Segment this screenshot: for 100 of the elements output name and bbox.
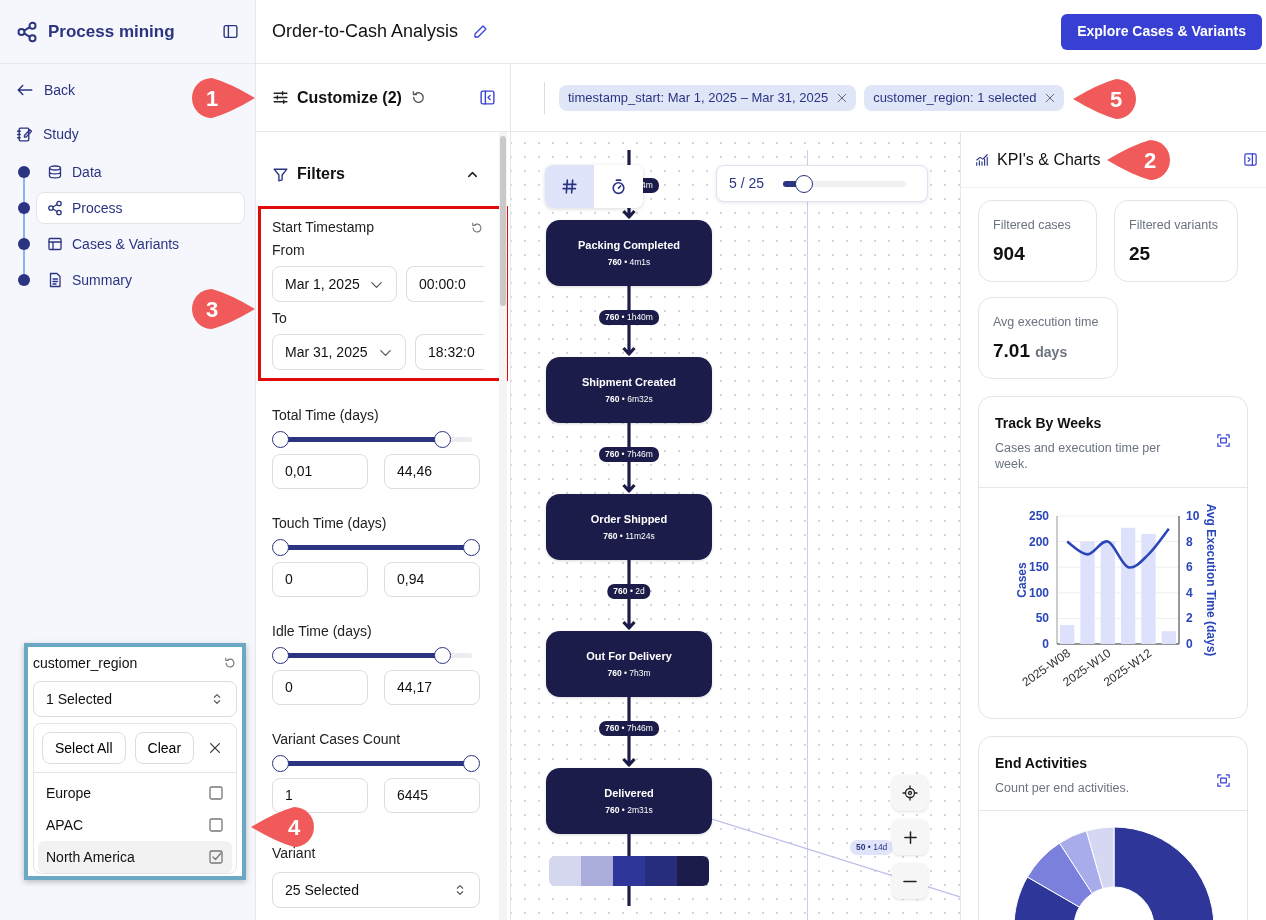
axis-title: Cases bbox=[1015, 561, 1029, 598]
hash-icon bbox=[561, 178, 578, 195]
node-title: Order Shipped bbox=[590, 511, 668, 527]
number-field[interactable]: 44,46 bbox=[384, 454, 480, 489]
expand-icon[interactable] bbox=[1216, 433, 1231, 448]
bar-chart-icon bbox=[975, 152, 989, 167]
field-label: customer_region bbox=[33, 653, 138, 673]
axis-tick-label: 0 bbox=[1186, 636, 1193, 651]
axis-tick-label: 10 bbox=[1186, 508, 1200, 523]
explore-button[interactable]: Explore Cases & Variants bbox=[1061, 13, 1262, 50]
kpi-value: 25 bbox=[1129, 242, 1151, 264]
field-label: Variant Cases Count bbox=[272, 730, 402, 749]
axis-tick-label: 2 bbox=[1186, 610, 1193, 625]
document-icon bbox=[47, 272, 63, 288]
node-title: Delivered bbox=[604, 785, 654, 801]
step-dot bbox=[18, 166, 30, 178]
callout-marker: 5 bbox=[1072, 78, 1138, 120]
axis-tick-label: 150 bbox=[1028, 559, 1049, 574]
number-field[interactable]: 44,17 bbox=[384, 670, 480, 705]
kpi-unit: days bbox=[1035, 343, 1068, 360]
option-item[interactable]: APAC bbox=[38, 809, 232, 841]
activity-node[interactable]: Out For Delivery 760 • 7h3m bbox=[546, 631, 712, 697]
activity-node[interactable]: Order Shipped 760 • 11m24s bbox=[546, 494, 712, 560]
range-slider[interactable] bbox=[272, 539, 480, 556]
option-item[interactable]: Europe bbox=[38, 777, 232, 809]
action-button[interactable]: Select All bbox=[42, 732, 126, 764]
axis-title: Avg Execution Time (days) bbox=[1204, 503, 1218, 656]
callout-marker: 4 bbox=[250, 806, 316, 848]
reset-icon[interactable] bbox=[223, 656, 237, 670]
filter-chip[interactable]: timestamp_start: Mar 1, 2025 – Mar 31, 2025 bbox=[559, 84, 857, 111]
variant-color-strip[interactable] bbox=[549, 856, 709, 886]
bar bbox=[1060, 624, 1075, 644]
back-link[interactable]: Back bbox=[0, 72, 92, 108]
table-icon bbox=[47, 236, 63, 252]
recenter-button[interactable] bbox=[892, 775, 928, 811]
sliders-icon bbox=[272, 89, 289, 106]
option-item[interactable]: North America bbox=[38, 841, 232, 873]
collapse-panel-icon[interactable] bbox=[479, 89, 496, 106]
page-title: Order-to-Cash Analysis bbox=[272, 20, 459, 43]
close-icon[interactable] bbox=[208, 741, 222, 755]
axis-tick-label: 8 bbox=[1186, 534, 1193, 549]
nav-item[interactable]: Cases & Variants bbox=[36, 228, 245, 260]
step-dot bbox=[18, 238, 30, 250]
axis-tick-label: 200 bbox=[1028, 534, 1049, 549]
scrollbar-thumb[interactable] bbox=[500, 136, 506, 306]
axis-tick-label: 0 bbox=[1042, 636, 1049, 651]
time-field[interactable]: 18:32:0 bbox=[415, 334, 484, 370]
expand-icon[interactable] bbox=[1216, 772, 1231, 788]
pencil-icon[interactable] bbox=[472, 23, 489, 40]
number-field[interactable]: 0 bbox=[272, 670, 368, 705]
panel-title: KPI's & Charts bbox=[997, 149, 1101, 170]
activity-node[interactable]: Delivered 760 • 2m31s bbox=[546, 768, 712, 834]
checkbox-icon bbox=[208, 817, 224, 833]
field-label: Total Time (days) bbox=[272, 406, 380, 425]
node-stats: 760 • 4m1s bbox=[607, 256, 651, 270]
filter-chip[interactable]: customer_region: 1 selected bbox=[864, 84, 1065, 111]
callout-marker: 3 bbox=[190, 288, 256, 330]
date-select[interactable]: Mar 31, 2025 bbox=[272, 334, 406, 370]
field-label: From bbox=[272, 241, 306, 260]
step-dot bbox=[18, 202, 30, 214]
node-stats: 760 • 11m24s bbox=[603, 530, 655, 544]
kpi-value: 904 bbox=[993, 242, 1025, 264]
sidebar-toggle-icon[interactable] bbox=[222, 23, 239, 40]
collapse-panel-icon[interactable] bbox=[1243, 152, 1258, 167]
variant-select[interactable]: 25 Selected bbox=[272, 872, 480, 908]
card-subtitle: Count per end activities. bbox=[995, 779, 1131, 796]
step-dot bbox=[18, 274, 30, 286]
field-label: Idle Time (days) bbox=[272, 622, 373, 641]
edge-label: 760 • 7h46m bbox=[599, 721, 659, 736]
axis-tick-label: 100 bbox=[1028, 585, 1049, 600]
checked-checkbox-icon bbox=[208, 849, 224, 865]
kpi-label: Filtered variants bbox=[1129, 217, 1219, 234]
activity-node[interactable]: Shipment Created 760 • 6m32s bbox=[546, 357, 712, 423]
number-field[interactable]: 6445 bbox=[384, 778, 480, 813]
number-field[interactable]: 0,94 bbox=[384, 562, 480, 597]
action-button[interactable]: Clear bbox=[134, 732, 195, 764]
crosshair-icon bbox=[902, 785, 918, 801]
nav-item[interactable]: Data bbox=[36, 156, 245, 188]
axis-tick-label: 6 bbox=[1186, 559, 1193, 574]
region-select[interactable]: 1 Selected bbox=[33, 681, 237, 717]
date-select[interactable]: Mar 1, 2025 bbox=[272, 266, 397, 302]
plus-icon bbox=[902, 829, 918, 845]
edge-label: 50 • 14d bbox=[850, 840, 894, 855]
reset-icon[interactable] bbox=[470, 220, 484, 235]
number-field[interactable]: 0,01 bbox=[272, 454, 368, 489]
stopwatch-icon bbox=[610, 178, 627, 195]
zoom-in-button[interactable] bbox=[892, 819, 928, 855]
nodes-icon bbox=[47, 200, 63, 216]
number-field[interactable]: 0 bbox=[272, 562, 368, 597]
study-link[interactable]: Study bbox=[0, 116, 95, 152]
node-title: Packing Completed bbox=[577, 237, 681, 253]
range-slider[interactable] bbox=[272, 755, 480, 772]
activity-node[interactable]: Packing Completed 760 • 4m1s bbox=[546, 220, 712, 286]
edge-label: 760 • 2d bbox=[607, 584, 651, 599]
node-title: Shipment Created bbox=[581, 374, 677, 390]
mode-toggle[interactable] bbox=[594, 165, 643, 208]
mode-toggle[interactable] bbox=[545, 165, 594, 208]
minus-icon bbox=[903, 879, 917, 883]
time-field[interactable]: 00:00:0 bbox=[406, 266, 484, 302]
callout-marker: 1 bbox=[190, 77, 256, 119]
